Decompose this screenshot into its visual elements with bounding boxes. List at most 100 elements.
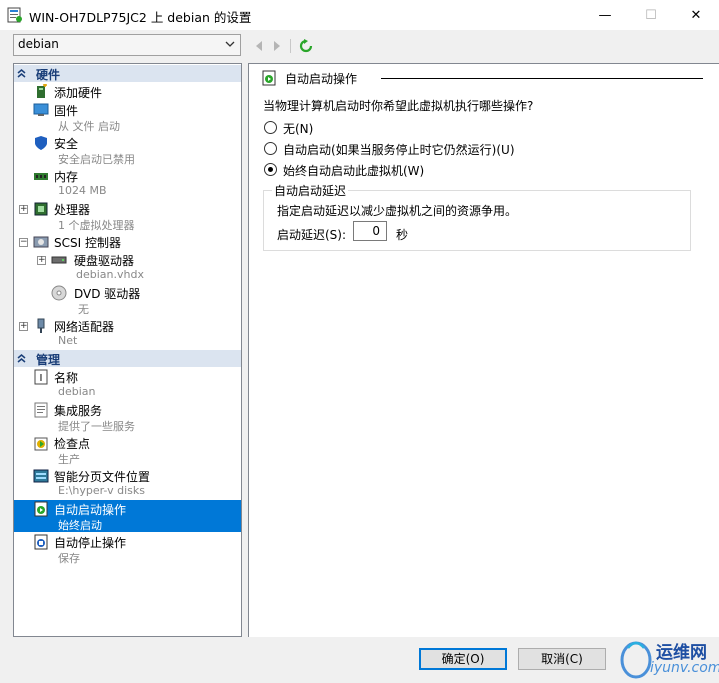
navigation-toolbar: [254, 38, 313, 54]
chevron-down-icon: [225, 41, 235, 47]
radio-indicator-selected: [264, 163, 277, 176]
group-description: 指定启动延迟以减少虚拟机之间的资源争用。: [277, 204, 518, 218]
tree-item-checkpoints[interactable]: 检查点 生产: [14, 434, 241, 466]
memory-icon: [34, 173, 48, 180]
arrow-right-icon[interactable]: [272, 40, 282, 52]
vm-settings-icon: [7, 7, 22, 23]
item-label: 自动启动操作: [54, 503, 127, 517]
item-sublabel: 1024 MB: [58, 184, 107, 197]
item-sublabel: E:\hyper-v disks: [58, 484, 145, 497]
vm-selector-value: debian: [18, 37, 59, 51]
expand-toggle[interactable]: +: [37, 256, 46, 265]
radio-indicator: [264, 121, 277, 134]
startup-delay-group: 自动启动延迟 指定启动延迟以减少虚拟机之间的资源争用。 启动延迟(S): 0 秒: [263, 182, 691, 251]
maximize-button: ☐: [645, 7, 657, 23]
tree-item-integration-services[interactable]: 集成服务 提供了一些服务: [14, 401, 241, 433]
radio-always-start[interactable]: 始终自动启动此虚拟机(W): [264, 161, 664, 178]
item-sublabel: 从 文件 启动: [58, 120, 120, 133]
item-sublabel: 1 个虚拟处理器: [58, 219, 135, 232]
window-title: WIN-OH7DLP75JC2 上 debian 的设置: [29, 10, 252, 25]
cancel-button[interactable]: 取消(C): [518, 648, 606, 670]
auto-start-icon: [34, 501, 48, 517]
section-heading: 自动启动操作: [261, 70, 703, 86]
auto-stop-icon: [34, 534, 48, 550]
title-bar: WIN-OH7DLP75JC2 上 debian 的设置 — ☐ ✕: [0, 0, 719, 30]
tree-item-security[interactable]: 安全 安全启动已禁用: [14, 134, 241, 166]
question-text: 当物理计算机启动时你希望此虚拟机执行哪些操作?: [263, 99, 534, 113]
delay-input[interactable]: 0: [353, 221, 387, 241]
tree-item-name[interactable]: I 名称 debian: [14, 368, 241, 400]
name-tag-icon: I: [34, 369, 48, 385]
tree-item-smart-paging[interactable]: 智能分页文件位置 E:\hyper-v disks: [14, 467, 241, 499]
item-label: 名称: [54, 371, 79, 385]
tree-item-scsi-controller[interactable]: − SCSI 控制器: [14, 233, 241, 250]
collapse-chevron-icon: [17, 354, 26, 363]
tree-item-auto-stop[interactable]: 自动停止操作 保存: [14, 533, 241, 565]
add-hardware-icon: [37, 84, 47, 98]
ok-button[interactable]: 确定(O): [419, 648, 507, 670]
firmware-icon: [33, 103, 49, 116]
item-label: 硬盘驱动器: [74, 254, 135, 268]
delay-unit: 秒: [396, 228, 409, 242]
item-sublabel: 无: [78, 303, 89, 316]
refresh-icon[interactable]: [299, 39, 313, 53]
svg-text:I: I: [40, 373, 43, 384]
item-label: 集成服务: [54, 404, 103, 418]
item-sublabel: debian.vhdx: [76, 268, 144, 281]
scsi-controller-icon: [33, 236, 49, 248]
item-sublabel: Net: [58, 334, 78, 347]
item-sublabel: debian: [58, 385, 96, 398]
group-title: 自动启动延迟: [272, 182, 349, 199]
section-header-hardware[interactable]: 硬件: [14, 65, 241, 82]
auto-start-icon: [262, 70, 276, 86]
radio-label: 自动启动(如果当服务停止时它仍然运行)(U): [283, 143, 515, 157]
item-sublabel: 安全启动已禁用: [58, 153, 135, 166]
vm-selector-dropdown[interactable]: debian: [13, 34, 241, 56]
collapse-toggle[interactable]: −: [19, 238, 28, 247]
item-label: 安全: [54, 137, 79, 151]
tree-item-firmware[interactable]: 固件 从 文件 启动: [14, 101, 241, 133]
radio-label: 始终自动启动此虚拟机(W): [283, 164, 425, 178]
close-button[interactable]: ✕: [673, 0, 719, 30]
item-sublabel: 保存: [58, 552, 80, 565]
detail-pane: 自动启动操作 当物理计算机启动时你希望此虚拟机执行哪些操作? 无(N) 自动启动…: [248, 63, 719, 637]
expand-toggle[interactable]: +: [19, 205, 28, 214]
item-label: 固件: [54, 104, 79, 118]
section-label-hardware: 硬件: [36, 68, 61, 82]
item-sublabel: 始终启动: [58, 519, 102, 532]
radio-label: 无(N): [283, 122, 314, 136]
radio-auto-if-running[interactable]: 自动启动(如果当服务停止时它仍然运行)(U): [264, 140, 664, 157]
watermark-url: iyunv.com: [650, 660, 719, 676]
processor-icon: [34, 202, 48, 216]
section-header-management[interactable]: 管理: [14, 350, 241, 367]
item-label: SCSI 控制器: [54, 236, 121, 250]
arrow-left-icon[interactable]: [254, 40, 264, 52]
checkpoint-icon: [34, 437, 48, 451]
minimize-button[interactable]: —: [582, 0, 628, 30]
expand-toggle[interactable]: +: [19, 322, 28, 331]
item-label: 检查点: [54, 437, 91, 451]
item-label: 添加硬件: [54, 86, 103, 100]
item-label: DVD 驱动器: [74, 287, 141, 301]
shield-icon: [35, 136, 47, 150]
tree-item-hard-drive[interactable]: + 硬盘驱动器 debian.vhdx: [14, 251, 241, 283]
heading-rule: [381, 78, 703, 79]
item-label: 自动停止操作: [54, 536, 127, 550]
tree-item-memory[interactable]: 内存 1024 MB: [14, 167, 241, 199]
tree-item-add-hardware[interactable]: 添加硬件: [14, 83, 241, 100]
radio-indicator: [264, 142, 277, 155]
item-label: 网络适配器: [54, 320, 115, 334]
tree-item-auto-start[interactable]: 自动启动操作 始终启动: [14, 500, 241, 532]
item-sublabel: 提供了一些服务: [58, 420, 135, 433]
item-label: 内存: [54, 170, 79, 184]
item-label: 智能分页文件位置: [54, 470, 151, 484]
delay-label: 启动延迟(S):: [277, 228, 347, 242]
paging-file-icon: [33, 469, 49, 483]
item-sublabel: 生产: [58, 453, 80, 466]
network-adapter-icon: [37, 318, 45, 333]
radio-none[interactable]: 无(N): [264, 119, 664, 136]
hard-drive-icon: [51, 256, 67, 264]
tree-item-network-adapter[interactable]: + 网络适配器 Net: [14, 317, 241, 349]
tree-item-processor[interactable]: + 处理器 1 个虚拟处理器: [14, 200, 241, 232]
tree-item-dvd-drive[interactable]: DVD 驱动器 无: [14, 284, 241, 316]
